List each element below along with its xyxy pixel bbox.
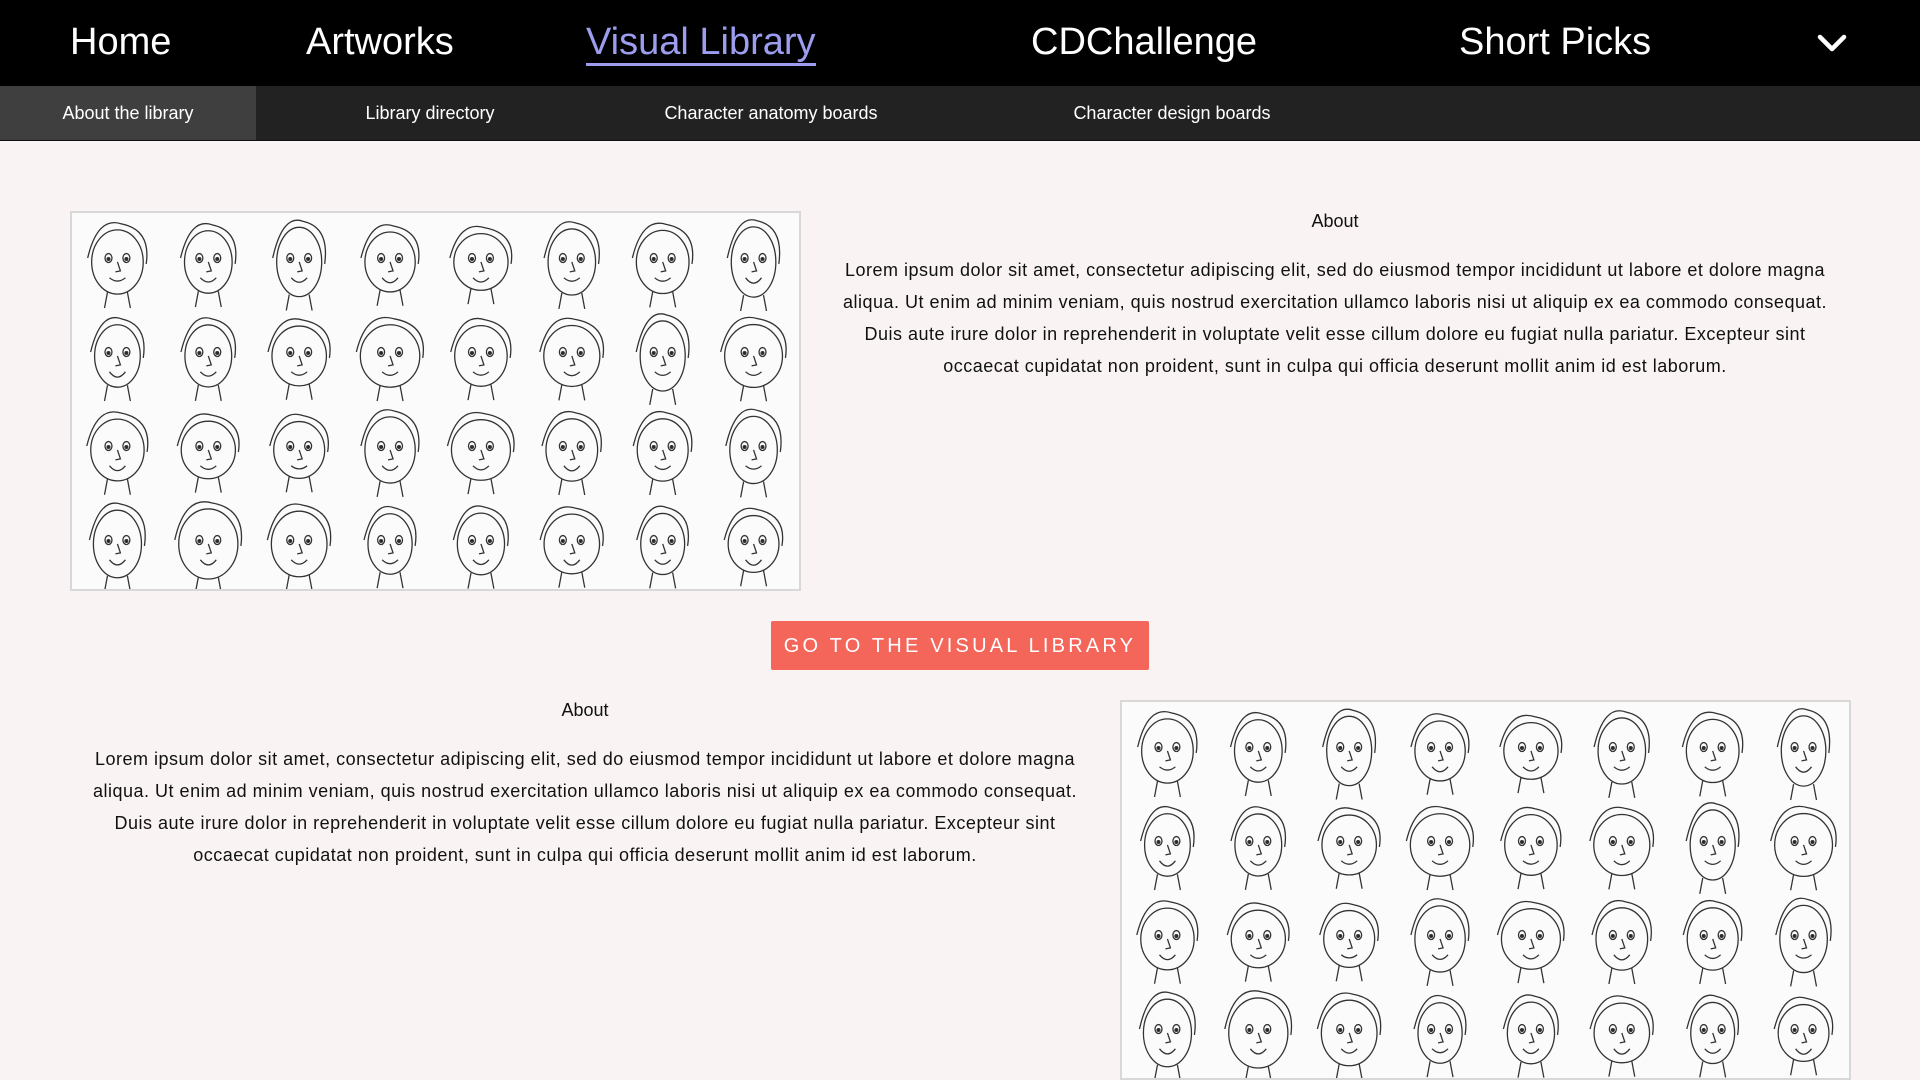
sketch-face [269,413,329,493]
sketch-face [88,502,146,589]
subnav-item-directory[interactable]: Library directory [345,86,515,140]
sketch-face [1405,806,1475,891]
sketch-face [1686,994,1740,1078]
sketch-face [1413,994,1467,1078]
sketch-drawing [86,219,787,589]
sketch-face [1682,900,1743,985]
nav-item-visual-library-label: Visual Library [586,21,816,63]
nav-item-artworks[interactable]: Artworks [306,0,454,86]
sketch-face [1322,708,1377,800]
nav-item-visual-library[interactable]: Visual Library [586,0,816,86]
sketch-face [86,411,149,495]
sketch-face [174,501,243,589]
sketch-face [541,411,602,496]
sketch-face [632,411,693,496]
sketch-face [1137,711,1198,798]
sketch-face [1589,806,1655,890]
sketch-face [1502,994,1559,1078]
subnav-item-design-boards[interactable]: Character design boards [1064,86,1280,140]
sketch-face [1775,897,1832,987]
sketch-face [446,411,515,495]
sketch-face [1593,710,1650,798]
sketch-face [725,408,782,498]
sketch-face [1319,902,1379,982]
sketch-face [266,503,332,589]
active-underline [586,63,816,66]
sketch-face [631,222,694,308]
sketch-face [723,507,784,587]
sketch-face [1681,711,1744,797]
sketch-face [1410,898,1470,987]
nav-item-short-picks[interactable]: Short Picks [1459,0,1651,86]
sketch-face [450,317,512,401]
sketch-face [179,222,237,308]
sketch-face [449,225,513,305]
about-title: About [561,700,609,720]
sketch-face [1770,805,1837,891]
sketch-face [539,506,604,588]
sketch-face [726,219,781,312]
sketch-face [1500,806,1562,890]
sketch-face [363,505,417,589]
sketch-face [1226,902,1290,982]
sketch-face [636,505,690,589]
sketch-face [1317,807,1381,889]
sketch-face [89,316,145,402]
sketch-face [1589,995,1654,1077]
sketch-face [267,318,331,400]
about-section-1: About Lorem ipsum dolor sit amet, consec… [830,211,1840,382]
sketch-face [1773,996,1834,1076]
sketch-face [87,222,148,309]
sketch-face [543,221,600,309]
sketch-face [1776,708,1831,801]
sketch-face [355,317,425,402]
sketch-face [1229,711,1287,797]
sketch-face [635,313,690,405]
sketch-face [720,316,787,402]
sketch-face [1685,802,1740,894]
about-section-2: About Lorem ipsum dolor sit amet, consec… [80,700,1090,871]
sketch-face [1230,806,1287,890]
subnav-item-anatomy-boards[interactable]: Character anatomy boards [653,86,889,140]
sub-navigation: About the library Library directory Char… [0,86,1920,141]
sketch-face [452,505,509,589]
sketch-face [1591,900,1652,985]
sketch-face [176,413,240,493]
nav-item-home[interactable]: Home [70,0,171,86]
sketch-face [360,409,420,498]
sketch-face [1138,991,1196,1078]
sketch-face [272,219,327,311]
about-body: Lorem ipsum dolor sit amet, consectetur … [843,260,1827,376]
sketch-face [1139,805,1195,891]
sketch-drawing [1136,708,1837,1078]
sketch-face [539,317,605,401]
sketch-face [360,224,420,306]
sketch-face [1496,900,1565,984]
character-sketch-grid-image [1120,700,1851,1080]
chevron-down-icon[interactable] [1815,28,1849,58]
about-body: Lorem ipsum dolor sit amet, consectetur … [93,749,1077,865]
sketch-face [1136,900,1199,984]
nav-item-cdchallenge[interactable]: CDChallenge [1031,0,1257,86]
subnav-item-about[interactable]: About the library [0,86,256,140]
sketch-face [180,317,237,401]
top-navigation: Home Artworks Visual Library CDChallenge… [0,0,1920,86]
sketch-face [1224,990,1293,1078]
character-sketch-grid-image [70,211,801,591]
sketch-face [1410,713,1470,795]
about-title: About [1311,211,1359,231]
go-to-visual-library-button[interactable]: GO TO THE VISUAL LIBRARY [771,621,1149,670]
sketch-face [1499,714,1563,794]
sketch-face [1316,992,1382,1078]
